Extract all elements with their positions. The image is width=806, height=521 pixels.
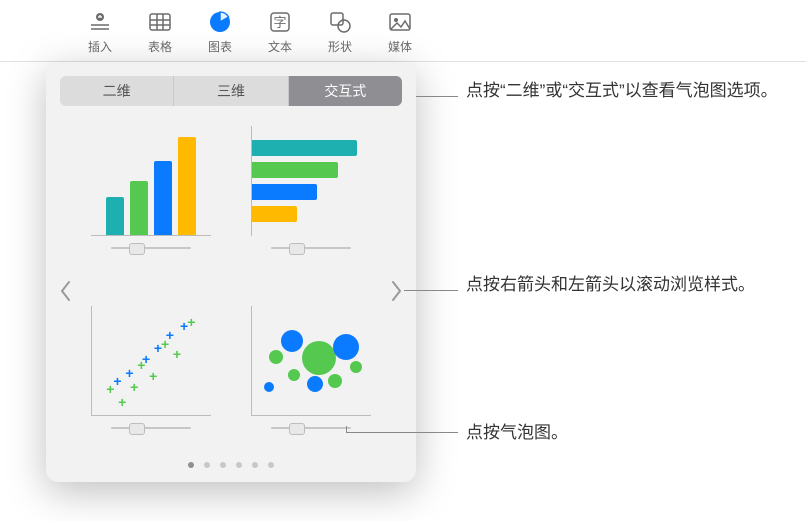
toolbar: 插入 表格 图表 字 文本 形状 媒体: [0, 0, 806, 62]
tab-3d[interactable]: 三维: [174, 76, 288, 106]
media-icon: [385, 8, 415, 36]
chevron-right-icon[interactable]: [384, 271, 408, 311]
bubble-icon: [350, 361, 362, 373]
bar-icon: [154, 161, 172, 235]
chevron-left-icon[interactable]: [54, 271, 78, 311]
toolbar-shape-label: 形状: [328, 38, 352, 55]
svg-text:字: 字: [273, 15, 286, 30]
toolbar-chart-label: 图表: [208, 38, 232, 55]
tab-interactive[interactable]: 交互式: [289, 76, 402, 106]
toolbar-table-label: 表格: [148, 38, 172, 55]
callout-tabs: 点按“二维”或“交互式”以查看气泡图选项。: [466, 78, 778, 104]
bar-chart-thumb[interactable]: [246, 126, 376, 276]
bubble-icon: [328, 374, 342, 388]
slider-icon: [271, 242, 351, 254]
bar-icon: [252, 184, 317, 200]
callout-connector: [416, 96, 458, 97]
bubble-chart-thumb[interactable]: [246, 306, 376, 456]
page-dot[interactable]: [204, 462, 210, 468]
text-icon: 字: [265, 8, 295, 36]
callout-connector: [346, 432, 458, 433]
toolbar-media-label: 媒体: [388, 38, 412, 55]
insert-icon: [85, 8, 115, 36]
bar-icon: [252, 162, 338, 178]
toolbar-shape-button[interactable]: 形状: [310, 8, 370, 61]
tab-2d[interactable]: 二维: [60, 76, 174, 106]
callout-arrows: 点按右箭头和左箭头以滚动浏览样式。: [466, 272, 755, 298]
chart-gallery: + + + + + + + + + + + + + +: [60, 126, 402, 456]
page-dot[interactable]: [268, 462, 274, 468]
bubble-icon: [333, 334, 359, 360]
toolbar-text-label: 文本: [268, 38, 292, 55]
bar-icon: [106, 197, 124, 235]
slider-icon: [111, 422, 191, 434]
bar-icon: [130, 181, 148, 236]
bar-icon: [252, 140, 357, 156]
page-dot[interactable]: [252, 462, 258, 468]
chart-popover: 二维 三维 交互式: [46, 62, 416, 482]
bar-icon: [252, 206, 297, 222]
slider-icon: [111, 242, 191, 254]
chart-type-segcontrol: 二维 三维 交互式: [60, 76, 402, 106]
page-dots: [60, 462, 402, 468]
slider-icon: [271, 422, 351, 434]
scatter-chart-thumb[interactable]: + + + + + + + + + + + + + +: [86, 306, 216, 456]
table-icon: [145, 8, 175, 36]
chart-icon: [205, 8, 235, 36]
page-dot[interactable]: [236, 462, 242, 468]
callout-bubble: 点按气泡图。: [466, 420, 568, 446]
toolbar-media-button[interactable]: 媒体: [370, 8, 430, 61]
column-chart-thumb[interactable]: [86, 126, 216, 276]
bubble-icon: [269, 350, 283, 364]
page-dot[interactable]: [188, 462, 194, 468]
toolbar-table-button[interactable]: 表格: [130, 8, 190, 61]
bubble-icon: [281, 330, 303, 352]
bubble-icon: [302, 341, 336, 375]
toolbar-insert-button[interactable]: 插入: [70, 8, 130, 61]
toolbar-text-button[interactable]: 字 文本: [250, 8, 310, 61]
shape-icon: [325, 8, 355, 36]
page-dot[interactable]: [220, 462, 226, 468]
toolbar-chart-button[interactable]: 图表: [190, 8, 250, 61]
bar-icon: [178, 137, 196, 235]
toolbar-insert-label: 插入: [88, 38, 112, 55]
bubble-icon: [307, 376, 323, 392]
callout-connector: [404, 290, 458, 291]
bubble-icon: [264, 382, 274, 392]
bubble-icon: [288, 369, 300, 381]
